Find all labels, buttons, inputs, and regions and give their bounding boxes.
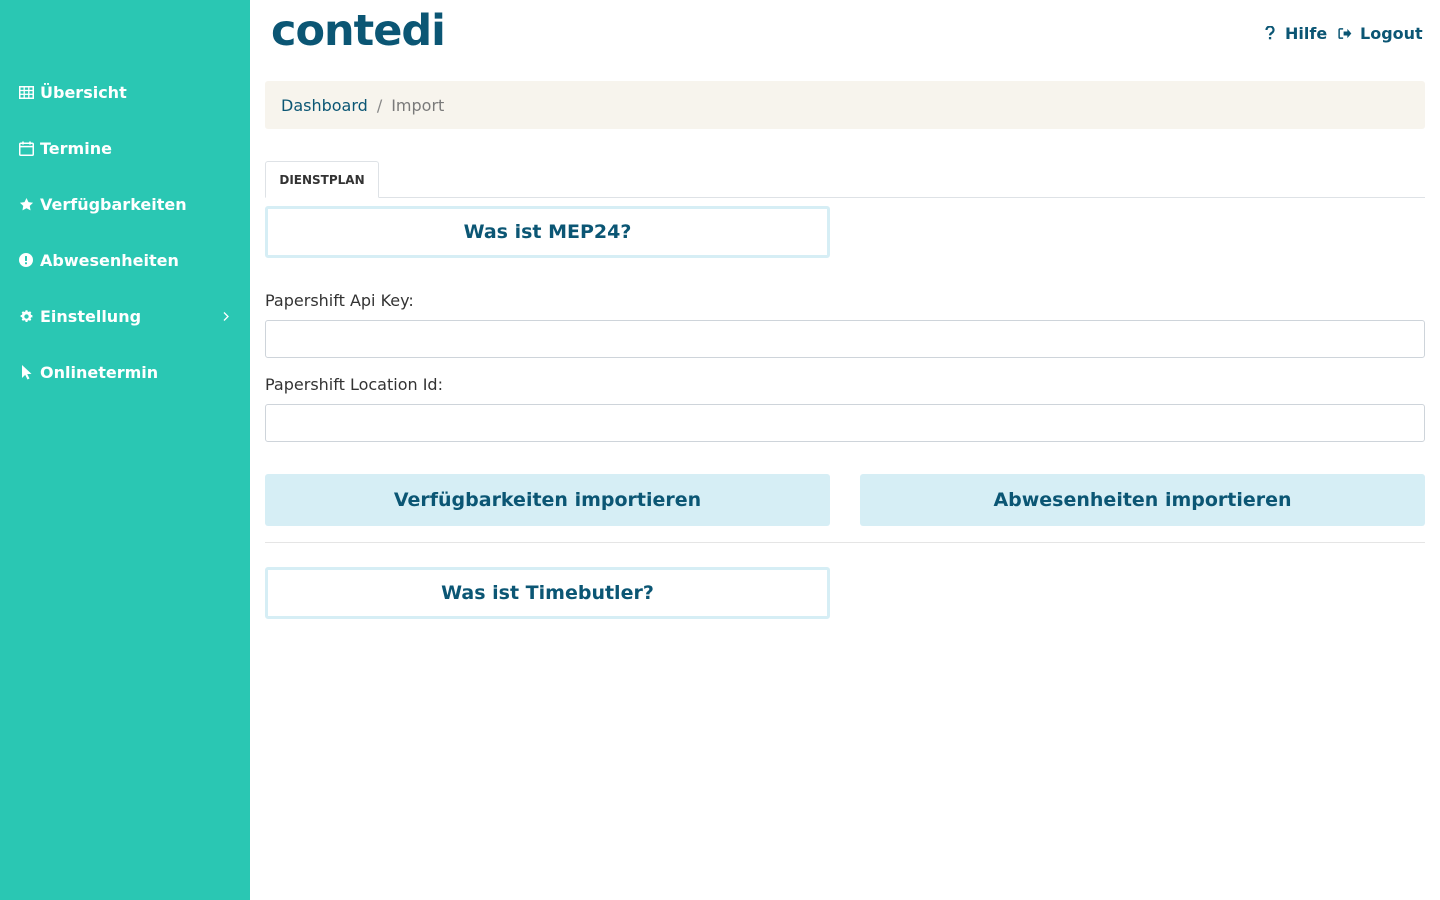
sidebar-item-termine[interactable]: Termine xyxy=(0,128,250,168)
sidebar-item-abwesenheiten[interactable]: Abwesenheiten xyxy=(0,240,250,280)
gear-icon xyxy=(18,308,34,324)
sidebar-item-einstellung[interactable]: Einstellung xyxy=(0,296,250,336)
import-availability-button[interactable]: Verfügbarkeiten importieren xyxy=(265,474,830,526)
location-id-label: Papershift Location Id: xyxy=(265,375,443,394)
sidebar-item-uebersicht[interactable]: Übersicht xyxy=(0,72,250,112)
table-icon xyxy=(18,84,34,100)
help-button[interactable]: Hilfe xyxy=(1263,22,1327,44)
cursor-icon xyxy=(18,364,34,380)
sidebar-item-verfuegbarkeiten[interactable]: Verfügbarkeiten xyxy=(0,184,250,224)
breadcrumb-separator: / xyxy=(376,95,383,115)
location-id-input[interactable] xyxy=(265,404,1425,442)
sidebar: Übersicht Termine Verfügbarkeiten Abwese… xyxy=(0,0,250,900)
tab-bar: DIENSTPLAN xyxy=(265,161,1425,198)
mep24-info-button[interactable]: Was ist MEP24? xyxy=(265,206,830,258)
star-icon xyxy=(18,196,34,212)
chevron-right-icon xyxy=(218,308,234,324)
sidebar-item-label: Einstellung xyxy=(40,306,142,326)
logo-text: contedi xyxy=(271,6,446,56)
sidebar-item-label: Abwesenheiten xyxy=(40,250,179,270)
sidebar-item-label: Übersicht xyxy=(40,82,127,102)
sidebar-item-label: Verfügbarkeiten xyxy=(40,194,187,214)
logout-label: Logout xyxy=(1360,23,1423,43)
question-icon xyxy=(1263,26,1277,40)
breadcrumb: Dashboard / Import xyxy=(265,81,1425,129)
logout-icon xyxy=(1338,26,1352,40)
api-key-label: Papershift Api Key: xyxy=(265,291,414,310)
breadcrumb-current: Import xyxy=(391,95,445,115)
tab-dienstplan[interactable]: DIENSTPLAN xyxy=(265,161,379,198)
import-absences-button[interactable]: Abwesenheiten importieren xyxy=(860,474,1425,526)
exclamation-circle-icon xyxy=(18,252,34,268)
api-key-input[interactable] xyxy=(265,320,1425,358)
breadcrumb-dashboard-link[interactable]: Dashboard xyxy=(281,96,368,115)
calendar-icon xyxy=(18,140,34,156)
contedi-logo[interactable]: contedi xyxy=(271,6,446,56)
section-divider xyxy=(265,542,1425,543)
timebutler-info-button[interactable]: Was ist Timebutler? xyxy=(265,567,830,619)
sidebar-item-label: Termine xyxy=(40,138,112,158)
sidebar-item-label: Onlinetermin xyxy=(40,362,159,382)
logout-button[interactable]: Logout xyxy=(1338,22,1423,44)
sidebar-item-onlinetermin[interactable]: Onlinetermin xyxy=(0,352,250,392)
help-label: Hilfe xyxy=(1285,23,1328,43)
